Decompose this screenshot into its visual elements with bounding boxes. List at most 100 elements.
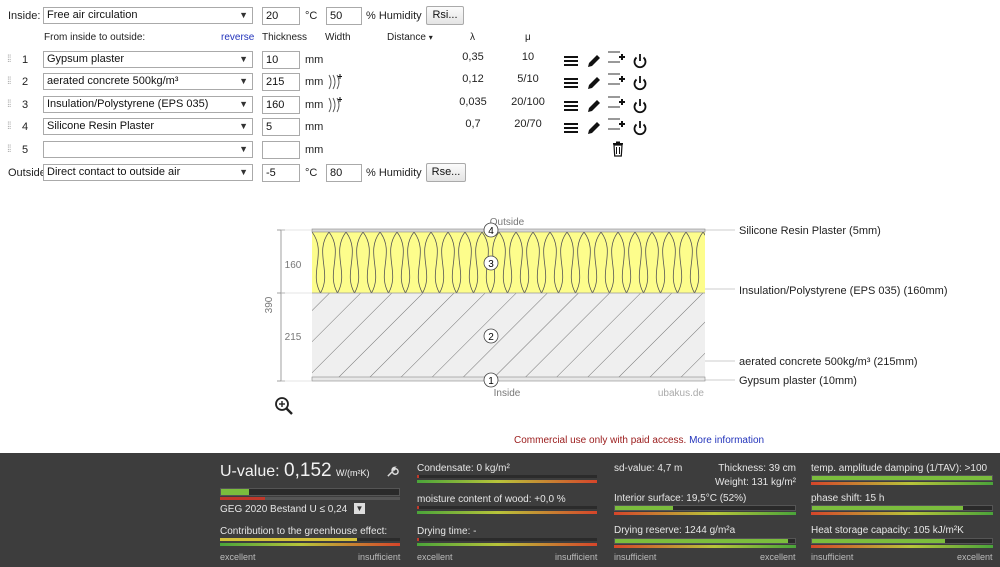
mu-value: 10 xyxy=(521,51,535,63)
layer-number: 4 xyxy=(22,121,29,133)
lambda-value: 0,35 xyxy=(462,51,484,63)
outside-humidity-input[interactable]: 80 xyxy=(326,164,362,182)
drag-handle-icon[interactable]: ⁞⁞ xyxy=(7,100,11,110)
add-layer-icon[interactable] xyxy=(608,49,626,65)
texture-icon[interactable] xyxy=(328,73,344,90)
scale-insufficient: insufficient xyxy=(358,552,401,562)
add-layer-icon[interactable] xyxy=(608,116,626,132)
add-layer-icon[interactable] xyxy=(608,94,626,110)
layer-marker-4: 4 xyxy=(483,222,499,238)
reverse-link[interactable]: reverse xyxy=(221,32,254,44)
layer-row-4: ⁞⁞ 4 Silicone Resin Plaster ▼ 5 mm 0,7 20/70 xyxy=(0,118,700,138)
edit-pencil-icon[interactable] xyxy=(586,75,602,91)
material-select[interactable]: Gypsum plaster ▼ xyxy=(43,51,253,68)
inside-temperature-input[interactable]: 20 xyxy=(262,7,300,25)
more-information-link[interactable]: More information xyxy=(689,435,764,446)
power-toggle-icon[interactable] xyxy=(632,75,648,91)
thickness-unit: mm xyxy=(305,144,324,156)
outside-humidity-label: % Humidity xyxy=(366,167,422,179)
inside-humidity-label: % Humidity xyxy=(366,10,422,22)
edit-pencil-icon[interactable] xyxy=(586,98,602,114)
dimension-total: 390 xyxy=(264,296,275,313)
svg-text:1: 1 xyxy=(488,376,494,387)
thickness-input[interactable] xyxy=(262,141,300,159)
thickness-header: Thickness xyxy=(262,32,308,43)
concrete-layer xyxy=(312,293,705,377)
thickness-unit: mm xyxy=(305,99,324,111)
outside-label: Outside xyxy=(8,167,46,179)
outside-condition-value: Direct contact to outside air xyxy=(47,166,181,178)
commercial-notice: Commercial use only with paid access. Mo… xyxy=(514,434,764,447)
drag-handle-icon[interactable]: ⁞⁞ xyxy=(7,55,11,65)
layer-order-label: From inside to outside: xyxy=(44,32,146,43)
u-value-label: U-value: xyxy=(220,463,280,480)
u-value-number: 0,152 xyxy=(284,460,332,481)
lambda-value: 0,12 xyxy=(462,73,484,85)
inside-humidity-input[interactable]: 50 xyxy=(326,7,362,25)
scale-excellent: excellent xyxy=(957,552,993,562)
heat-storage-capacity: Heat storage capacity: 105 kJ/m²K xyxy=(811,525,964,536)
thickness-input[interactable]: 160 xyxy=(262,96,300,114)
material-select[interactable]: Insulation/Polystyrene (EPS 035) ▼ xyxy=(43,96,253,113)
total-thickness: Thickness: 39 cm xyxy=(718,463,796,474)
menu-icon[interactable] xyxy=(563,120,579,136)
layer-row-1: ⁞⁞ 1 Gypsum plaster ▼ 10 mm 0,35 10 xyxy=(0,51,700,71)
greenhouse-bar xyxy=(220,538,400,541)
drying-time: Drying time: - xyxy=(417,526,477,537)
results-panel: U-value: 0,152 W/(m²K) GEG 2020 Bestand … xyxy=(0,453,1000,567)
thickness-input[interactable]: 215 xyxy=(262,73,300,91)
material-select[interactable]: aerated concrete 500kg/m³ ▼ xyxy=(43,73,253,90)
menu-icon[interactable] xyxy=(563,53,579,69)
geg-standard: GEG 2020 Bestand U ≤ 0,24 xyxy=(220,504,348,515)
power-toggle-icon[interactable] xyxy=(632,120,648,136)
trash-icon[interactable] xyxy=(610,141,626,157)
width-header[interactable]: Width xyxy=(325,32,351,44)
layer-marker-2: 2 xyxy=(483,328,499,344)
chevron-down-icon: ▼ xyxy=(239,54,248,64)
lambda-value: 0,7 xyxy=(465,118,481,130)
outside-temperature-input[interactable]: -5 xyxy=(262,164,300,182)
distance-header[interactable]: Distance ▾ xyxy=(387,32,433,44)
inside-condition-select[interactable]: Free air circulation ▼ xyxy=(43,7,253,24)
layer-number: 2 xyxy=(22,76,29,88)
thickness-input[interactable]: 5 xyxy=(262,118,300,136)
layer-marker-3: 3 xyxy=(483,255,499,271)
sd-value: sd-value: 4,7 m xyxy=(614,463,683,474)
zoom-in-icon[interactable] xyxy=(274,396,294,416)
legend-insulation: Insulation/Polystyrene (EPS 035) (160mm) xyxy=(739,285,947,297)
layer-row-5: ⁞⁞ 5 ▼ mm xyxy=(0,141,700,161)
menu-icon[interactable] xyxy=(563,98,579,114)
watermark: ubakus.de xyxy=(658,388,705,399)
add-layer-icon[interactable] xyxy=(608,71,626,87)
thickness-input[interactable]: 10 xyxy=(262,51,300,69)
wrench-icon[interactable] xyxy=(386,465,399,478)
u-value-display: U-value: 0,152 W/(m²K) xyxy=(220,461,370,483)
rse-button[interactable]: Rse... xyxy=(426,163,466,182)
power-toggle-icon[interactable] xyxy=(632,98,648,114)
drag-handle-icon[interactable]: ⁞⁞ xyxy=(7,77,11,87)
edit-pencil-icon[interactable] xyxy=(586,120,602,136)
power-toggle-icon[interactable] xyxy=(632,53,648,69)
svg-text:3: 3 xyxy=(488,259,494,270)
inside-label: Inside: xyxy=(8,10,41,22)
temperature-amplitude-damping: temp. amplitude damping (1/TAV): >100 xyxy=(811,463,988,474)
lambda-value: 0,035 xyxy=(459,96,487,108)
dimension-concrete: 215 xyxy=(285,332,302,343)
menu-icon[interactable] xyxy=(563,75,579,91)
layer-number: 1 xyxy=(22,54,29,66)
rsi-button[interactable]: Rsi... xyxy=(426,6,464,25)
scale-insufficient: insufficient xyxy=(614,552,657,562)
material-select[interactable]: Silicone Resin Plaster ▼ xyxy=(43,118,253,135)
layer-marker-1: 1 xyxy=(483,372,499,388)
mu-value: 20/70 xyxy=(514,118,542,130)
drag-handle-icon[interactable]: ⁞⁞ xyxy=(7,145,11,155)
thickness-unit: mm xyxy=(305,121,324,133)
drag-handle-icon[interactable]: ⁞⁞ xyxy=(7,122,11,132)
outside-condition-select[interactable]: Direct contact to outside air ▼ xyxy=(43,164,253,181)
geg-dropdown-icon[interactable]: ▼ xyxy=(354,503,365,514)
texture-icon[interactable] xyxy=(328,96,344,113)
legend-concrete: aerated concrete 500kg/m³ (215mm) xyxy=(739,356,918,368)
layer-number: 3 xyxy=(22,99,29,111)
edit-pencil-icon[interactable] xyxy=(586,53,602,69)
material-select[interactable]: ▼ xyxy=(43,141,253,158)
